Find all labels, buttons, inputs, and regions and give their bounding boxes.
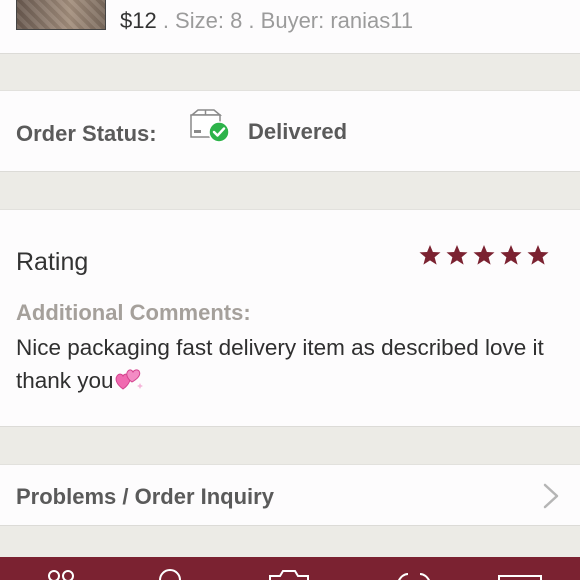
account-icon[interactable] [496, 568, 544, 580]
item-size: . Size: 8 . [156, 8, 261, 33]
search-icon[interactable] [155, 568, 185, 580]
item-price: $12 [120, 8, 157, 33]
star-icon [473, 245, 495, 265]
item-thumbnail[interactable] [16, 0, 106, 30]
star-rating [418, 244, 550, 266]
problems-order-inquiry-row[interactable]: Problems / Order Inquiry [0, 464, 580, 526]
bottom-tab-bar [0, 557, 580, 580]
camera-icon[interactable] [266, 568, 312, 580]
star-icon [500, 245, 522, 265]
comment-text: Nice packaging fast delivery item as des… [16, 335, 544, 393]
order-status-card: Order Status: Delivered [0, 90, 580, 172]
order-status-label: Order Status: [16, 121, 157, 146]
item-meta: $12 . Size: 8 . Buyer: ranias11 [120, 8, 413, 34]
star-icon [527, 245, 549, 265]
star-icon [419, 245, 441, 265]
section-spacer [0, 173, 580, 209]
section-spacer [0, 527, 580, 557]
star-icon [446, 245, 468, 265]
chevron-right-icon [543, 483, 559, 509]
delivered-box-icon [189, 109, 230, 143]
order-status-value: Delivered [248, 119, 348, 144]
item-buyer: Buyer: ranias11 [260, 8, 414, 33]
item-summary-card[interactable]: $12 . Size: 8 . Buyer: ranias11 [0, 0, 580, 54]
rating-card: Rating Additional Comments: Nice packagi… [0, 209, 580, 427]
community-icon[interactable] [44, 568, 78, 580]
rating-title: Rating [16, 248, 89, 276]
section-spacer [0, 55, 580, 90]
problems-order-inquiry-label: Problems / Order Inquiry [16, 484, 274, 509]
news-icon[interactable] [392, 568, 436, 580]
additional-comments-label: Additional Comments: [16, 300, 251, 325]
sparkling-hearts-icon [115, 369, 143, 390]
section-spacer [0, 428, 580, 464]
comment-body: Nice packaging fast delivery item as des… [16, 331, 556, 397]
